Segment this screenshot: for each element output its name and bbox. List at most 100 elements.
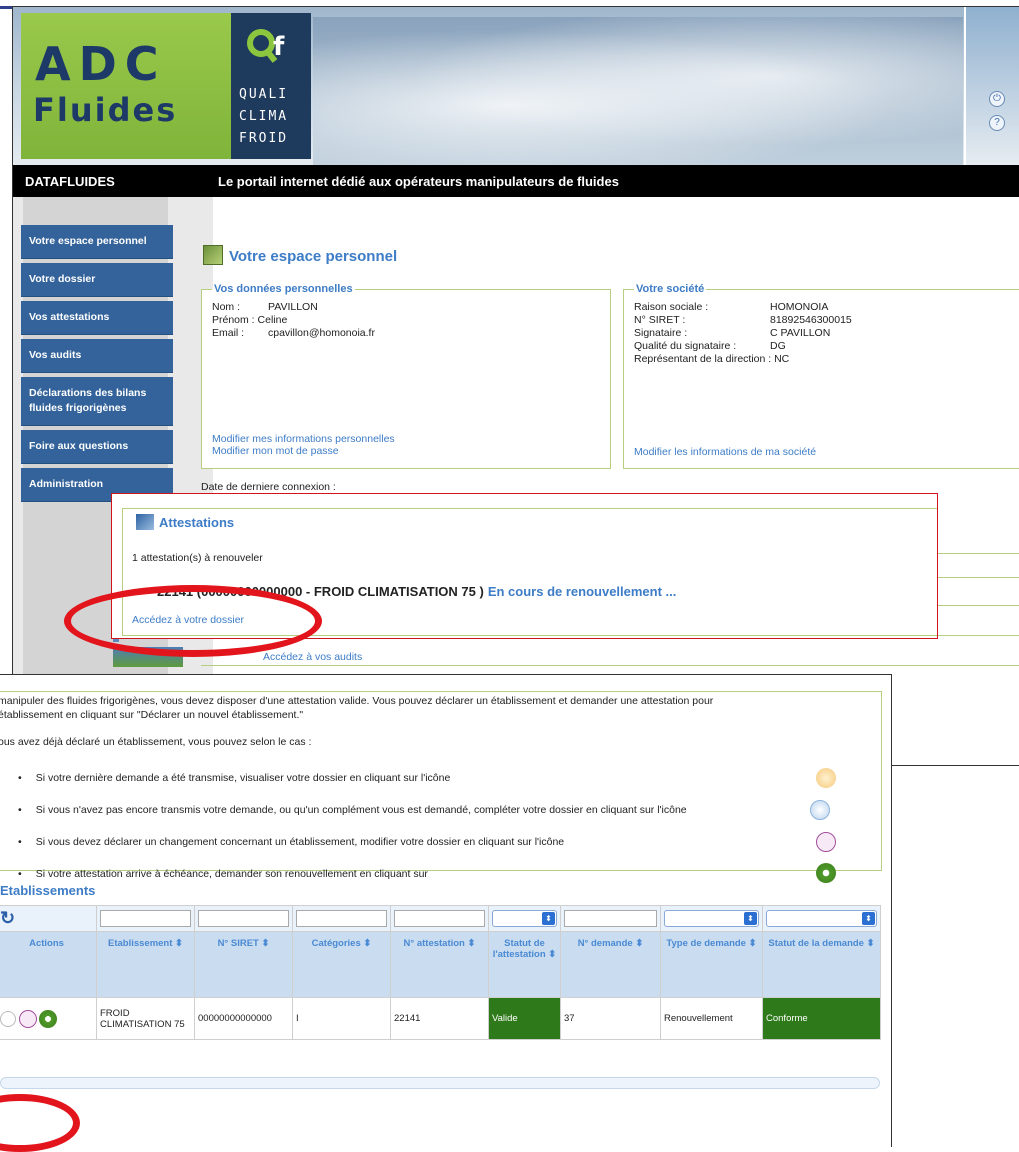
- edit-personal-info-link[interactable]: Modifier mes informations personnelles: [212, 433, 395, 445]
- col-statut-attestation[interactable]: Statut de l'attestation ⬍: [488, 931, 561, 998]
- qcf-line-3: FROID: [239, 131, 289, 146]
- cell-attestation: 22141: [390, 997, 489, 1040]
- row-actions: [0, 997, 97, 1040]
- dossier-info-box: manipuler des fluides frigorigènes, vous…: [0, 691, 882, 883]
- renew-icon: [816, 863, 836, 883]
- attestations-panel: Attestations 1 attestation(s) à renouvel…: [111, 493, 938, 639]
- nav-faq[interactable]: Foire aux questions: [21, 430, 173, 464]
- col-siret[interactable]: N° SIRET ⬍: [194, 931, 293, 998]
- company-row-signataire: Signataire :C PAVILLON: [634, 327, 831, 339]
- personal-space-icon: [203, 245, 223, 265]
- col-demande[interactable]: N° demande ⬍: [560, 931, 661, 998]
- col-statut-demande[interactable]: Statut de la demande ⬍: [762, 931, 881, 998]
- col-etablissement[interactable]: Etablissement ⬍: [96, 931, 195, 998]
- access-dossier-link[interactable]: Accédez à votre dossier: [132, 614, 244, 626]
- modify-row-icon[interactable]: [18, 1009, 37, 1028]
- attestation-item-text: 22141 (00000000000000 - FROID CLIMATISAT…: [157, 584, 484, 599]
- dossier-intro: manipuler des fluides frigorigènes, vous…: [0, 695, 714, 721]
- company-row-siret: N° SIRET :81892546300015: [634, 314, 852, 326]
- nav-declarations-bilans[interactable]: Déclarations des bilans fluides frigorig…: [21, 377, 173, 426]
- filter-etablissement[interactable]: [100, 910, 191, 927]
- qcf-line-1: QUALI: [239, 87, 289, 102]
- tagline: Le portail internet dédié aux opérateurs…: [218, 174, 619, 189]
- svg-text:f: f: [273, 32, 285, 62]
- brand-title: DATAFLUIDES: [25, 174, 115, 189]
- view-dossier-icon: [816, 768, 836, 788]
- bullet-renew: Si votre attestation arrive à échéance, …: [18, 868, 428, 880]
- portal-window: ADC Fluides f QUALI CLIMA FROID ⏻ ? DATA…: [12, 6, 1019, 766]
- side-image-green: [113, 647, 183, 667]
- etablissements-table: ↻ ⬍ ⬍ ⬍ Actions Etablissement ⬍ N° SIRET…: [0, 905, 881, 1040]
- logo-adc-text: ADC: [35, 37, 167, 91]
- attestation-status-link[interactable]: En cours de renouvellement ...: [488, 584, 677, 599]
- cell-statut-attestation: Valide: [488, 997, 561, 1040]
- attestation-icon: [136, 514, 154, 530]
- nav-attestations[interactable]: Vos attestations: [21, 301, 173, 335]
- refresh-cell: ↻: [0, 905, 97, 932]
- attestations-count: 1 attestation(s) à renouveler: [132, 552, 263, 564]
- col-type-demande[interactable]: Type de demande ⬍: [660, 931, 763, 998]
- header-banner-image: [313, 17, 963, 165]
- change-password-link[interactable]: Modifier mon mot de passe: [212, 445, 395, 457]
- filter-categories[interactable]: [296, 910, 387, 927]
- cell-siret: 00000000000000: [194, 997, 293, 1040]
- filter-siret[interactable]: [198, 910, 289, 927]
- company-legend: Votre société: [636, 283, 705, 295]
- col-categories[interactable]: Catégories ⬍: [292, 931, 391, 998]
- col-actions: Actions: [0, 931, 97, 998]
- col-attestation[interactable]: N° attestation ⬍: [390, 931, 489, 998]
- table-row: FROID CLIMATISATION 75 00000000000000 I …: [0, 997, 881, 1040]
- bullet-complete: Si vous n'avez pas encore transmis votre…: [18, 804, 687, 816]
- bullet-modify: Si vous devez déclarer un changement con…: [18, 836, 564, 848]
- cell-demande: 37: [560, 997, 661, 1040]
- filter-statut-attestation[interactable]: ⬍: [492, 910, 557, 927]
- attestation-item: 22141 (00000000000000 - FROID CLIMATISAT…: [157, 584, 676, 599]
- filter-statut-demande[interactable]: ⬍: [766, 910, 877, 927]
- personal-row-nom: Nom : PAVILLON: [212, 301, 318, 313]
- help-icon[interactable]: ?: [989, 115, 1005, 131]
- cell-etablissement: FROID CLIMATISATION 75: [96, 997, 195, 1040]
- personal-data-box: Vos données personnelles Nom : PAVILLON P…: [201, 283, 611, 469]
- nav-espace-personnel[interactable]: Votre espace personnel: [21, 225, 173, 259]
- audits-link[interactable]: Accédez à vos audits: [263, 651, 362, 663]
- modify-dossier-icon: [816, 832, 836, 852]
- table-filter-row: ↻ ⬍ ⬍ ⬍: [0, 905, 881, 932]
- company-row-qualite: Qualité du signataire : DG: [634, 340, 786, 352]
- filter-attestation[interactable]: [394, 910, 485, 927]
- edit-company-link[interactable]: Modifier les informations de ma société: [634, 446, 816, 458]
- attestations-title: Attestations: [132, 514, 239, 530]
- etablissements-title: Etablissements: [0, 883, 96, 898]
- refresh-icon[interactable]: ↻: [0, 908, 15, 928]
- cell-statut-demande: Conforme: [762, 997, 881, 1040]
- personal-row-prenom: Prénom : Celine: [212, 314, 288, 326]
- dossier-window: manipuler des fluides frigorigènes, vous…: [0, 674, 892, 1147]
- company-box: Votre société Raison sociale : HOMONOIA N…: [623, 283, 1019, 469]
- renew-row-icon[interactable]: [39, 1009, 58, 1028]
- view-row-icon[interactable]: [0, 1010, 16, 1027]
- page-title: Votre espace personnel: [203, 245, 397, 265]
- header-sky-strip: [964, 7, 1019, 165]
- bullet-view: Si votre dernière demande a été transmis…: [18, 772, 451, 784]
- last-login: Date de derniere connexion :: [201, 481, 336, 493]
- power-icon[interactable]: ⏻: [989, 91, 1005, 107]
- nav-audits[interactable]: Vos audits: [21, 339, 173, 373]
- side-nav: Votre espace personnel Votre dossier Vos…: [21, 225, 173, 506]
- nav-dossier[interactable]: Votre dossier: [21, 263, 173, 297]
- cell-categories: I: [292, 997, 391, 1040]
- cell-type-demande: Renouvellement: [660, 997, 763, 1040]
- filter-type-demande[interactable]: ⬍: [664, 910, 759, 927]
- edit-dossier-icon: [810, 800, 830, 820]
- personal-data-legend: Vos données personnelles: [214, 283, 353, 295]
- personal-row-email: Email : cpavillon@homonoia.fr: [212, 327, 375, 339]
- site-header: ADC Fluides f QUALI CLIMA FROID ⏻ ?: [13, 7, 1019, 165]
- qcf-line-2: CLIMA: [239, 109, 289, 124]
- title-bar: DATAFLUIDES Le portail internet dédié au…: [13, 165, 1019, 197]
- table-header-row: Actions Etablissement ⬍ N° SIRET ⬍ Catég…: [0, 931, 881, 998]
- logo-fluides-text: Fluides: [33, 91, 178, 129]
- company-row-raison: Raison sociale : HOMONOIA: [634, 301, 829, 313]
- qcf-logo-icon: f: [247, 29, 285, 63]
- company-row-representant: Représentant de la direction : NC: [634, 353, 790, 365]
- filter-demande[interactable]: [564, 910, 657, 927]
- table-scrollbar[interactable]: [0, 1077, 880, 1089]
- dossier-cases-intro: ous avez déjà déclaré un établissement, …: [0, 736, 312, 748]
